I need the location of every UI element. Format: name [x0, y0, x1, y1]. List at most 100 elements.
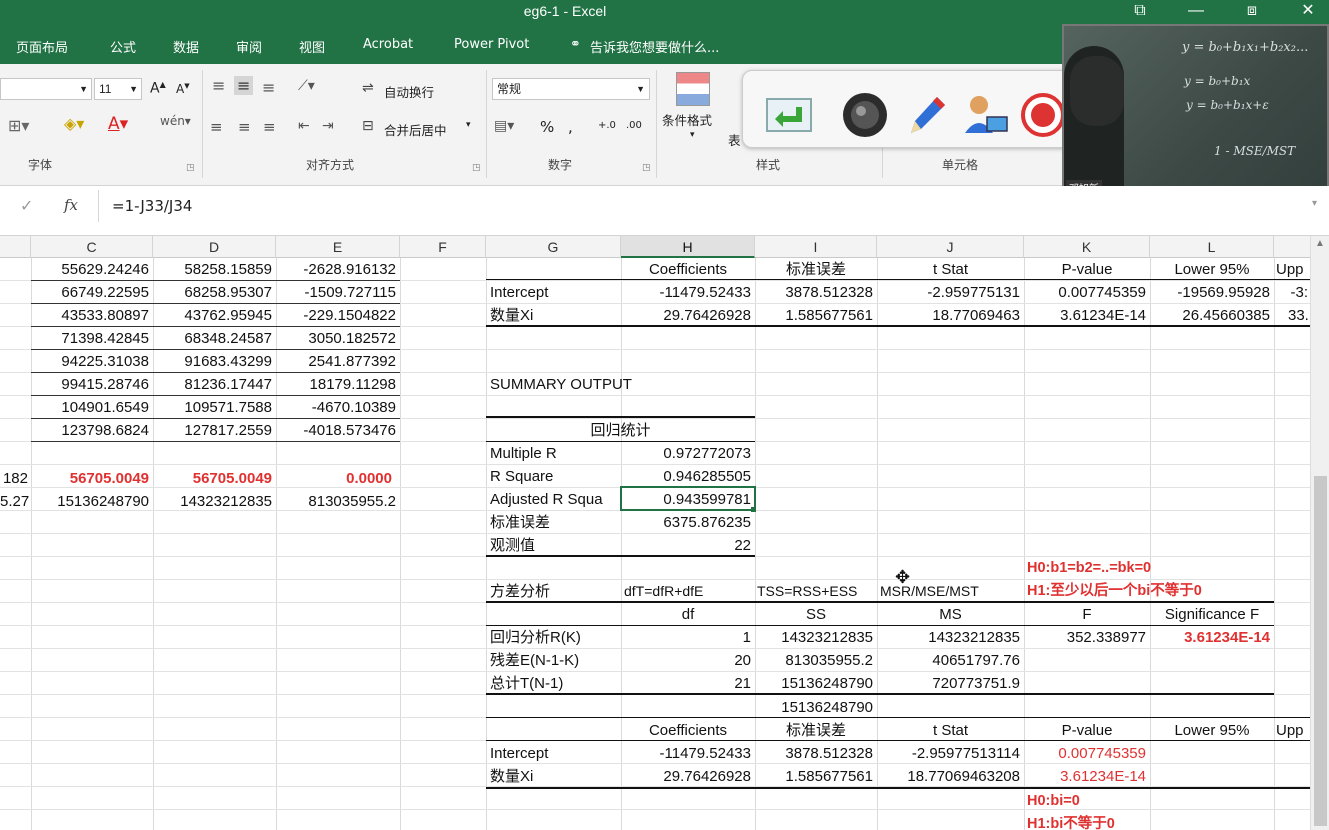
cell-d1[interactable]: 58258.15859	[153, 258, 272, 281]
coef2-header-pvalue[interactable]: P-value	[1024, 719, 1150, 742]
vertical-scrollbar[interactable]: ▲	[1310, 236, 1329, 830]
decrease-font-icon[interactable]: A▼	[176, 82, 190, 96]
minimize-icon[interactable]: —	[1168, 0, 1224, 26]
align-bottom-icon[interactable]: ≡	[262, 78, 275, 97]
coef-row-x-label[interactable]: 数量Xi	[490, 304, 620, 327]
coef2-intercept-stderr[interactable]: 3878.512328	[755, 742, 873, 765]
anova-ss-check[interactable]: 15136248790	[755, 696, 873, 719]
ribbon-display-icon[interactable]: ⧉	[1112, 0, 1168, 26]
camera-icon[interactable]	[841, 93, 889, 137]
pen-icon[interactable]	[901, 93, 949, 137]
merge-center-button[interactable]: 合并后居中	[384, 120, 447, 139]
decrease-decimal-icon[interactable]: .00	[626, 120, 642, 131]
stat-value-multiple-r[interactable]: 0.972772073	[621, 442, 751, 465]
orientation-icon[interactable]: ⟋▾	[298, 78, 315, 94]
column-header-g[interactable]: G	[486, 236, 621, 258]
worksheet-grid[interactable]: 55629.24246 58258.15859 -2628.916132 667…	[0, 258, 1310, 830]
anova-ss-regression[interactable]: 14323212835	[755, 626, 873, 649]
cell-d8[interactable]: 127817.2559	[153, 419, 272, 442]
coef-intercept-tstat[interactable]: -2.959775131	[877, 281, 1020, 304]
coef-header-coefficients[interactable]: Coefficients	[621, 258, 755, 281]
accounting-format-icon[interactable]: ▤▾	[494, 118, 514, 134]
cell-e10[interactable]: 0.0000	[276, 467, 392, 490]
cell-d4[interactable]: 68348.24587	[153, 327, 272, 350]
anova-ms-regression[interactable]: 14323212835	[877, 626, 1020, 649]
summary-output-label[interactable]: SUMMARY OUTPUT	[490, 373, 690, 396]
cell-d2[interactable]: 68258.95307	[153, 281, 272, 304]
coef-x-lower95[interactable]: 26.45660385	[1150, 304, 1270, 327]
cell-c7[interactable]: 104901.6549	[31, 396, 149, 419]
anova-ss-residual[interactable]: 813035955.2	[755, 649, 873, 672]
cell-c5[interactable]: 94225.31038	[31, 350, 149, 373]
align-left-icon[interactable]: ≡	[210, 118, 223, 136]
cell-d7[interactable]: 109571.7588	[153, 396, 272, 419]
user-screen-icon[interactable]	[961, 93, 1009, 137]
close-icon[interactable]: ✕	[1280, 0, 1329, 26]
number-launcher-icon[interactable]: ◳	[642, 162, 651, 173]
note-h1-overall[interactable]: H1:至少以后一个bi不等于0	[1027, 580, 1267, 603]
coef-x-stderr[interactable]: 1.585677561	[755, 304, 873, 327]
column-header-f[interactable]: F	[400, 236, 486, 258]
align-middle-icon[interactable]: ≡	[234, 76, 254, 95]
coef2-row-x-label[interactable]: 数量Xi	[490, 765, 620, 788]
stat-value-r-square[interactable]: 0.946285505	[621, 465, 751, 488]
column-header-j[interactable]: J	[877, 236, 1024, 258]
insert-function-icon[interactable]: fx	[64, 196, 78, 214]
column-header-l[interactable]: L	[1150, 236, 1274, 258]
record-icon[interactable]	[1019, 93, 1067, 137]
align-center-icon[interactable]: ≡	[238, 118, 251, 136]
tell-me-search[interactable]: 告诉我您想要做什么...	[590, 37, 719, 56]
cell-e4[interactable]: 3050.182572	[276, 327, 396, 350]
coef2-x-pvalue[interactable]: 3.61234E-14	[1024, 765, 1146, 788]
percent-icon[interactable]: %	[540, 118, 554, 136]
anova-ss-total[interactable]: 15136248790	[755, 672, 873, 695]
coef2-header-stderr[interactable]: 标准误差	[755, 719, 877, 742]
coef2-intercept-tstat[interactable]: -2.95977513114	[877, 742, 1020, 765]
cell-b11[interactable]: 5.27	[0, 490, 29, 513]
note-h1-bi[interactable]: H1:bi不等于0	[1027, 813, 1267, 830]
merge-center-icon[interactable]: ⊟	[362, 118, 374, 134]
phonetic-icon[interactable]: wén▾	[160, 114, 191, 128]
cell-e1[interactable]: -2628.916132	[276, 258, 396, 281]
stat-label-r-square[interactable]: R Square	[490, 465, 620, 488]
align-top-icon[interactable]: ≡	[212, 76, 225, 95]
column-header-k[interactable]: K	[1024, 236, 1150, 258]
cell-c11[interactable]: 15136248790	[31, 490, 149, 513]
cell-c3[interactable]: 43533.80897	[31, 304, 149, 327]
coef-header-upper95[interactable]: Upp	[1276, 258, 1310, 281]
conditional-format-icon[interactable]	[676, 72, 710, 106]
coef-intercept-lower95[interactable]: -19569.95928	[1150, 281, 1270, 304]
coef-x-pvalue[interactable]: 3.61234E-14	[1024, 304, 1146, 327]
align-right-icon[interactable]: ≡	[263, 118, 276, 136]
anova-ms-total[interactable]: 720773751.9	[877, 672, 1020, 695]
column-header-h[interactable]: H	[621, 236, 755, 258]
anova-f-regression[interactable]: 352.338977	[1024, 626, 1146, 649]
cell-d10[interactable]: 56705.0049	[153, 467, 272, 490]
anova-df-residual[interactable]: 20	[621, 649, 751, 672]
font-size-box[interactable]: 11 ▼	[94, 78, 142, 100]
stat-value-stderr[interactable]: 6375.876235	[621, 511, 751, 534]
column-header-d[interactable]: D	[153, 236, 276, 258]
column-header-e[interactable]: E	[276, 236, 400, 258]
increase-font-icon[interactable]: A▲	[150, 80, 166, 97]
anova-df-total[interactable]: 21	[621, 672, 751, 695]
column-header-i[interactable]: I	[755, 236, 877, 258]
wrap-text-button[interactable]: 自动换行	[384, 82, 434, 101]
cell-e5[interactable]: 2541.877392	[276, 350, 396, 373]
coef-header-pvalue[interactable]: P-value	[1024, 258, 1150, 281]
enter-check-icon[interactable]: ✓	[20, 196, 33, 216]
cell-e8[interactable]: -4018.573476	[276, 419, 396, 442]
anova-header-ms[interactable]: MS	[877, 603, 1024, 626]
cell-d6[interactable]: 81236.17447	[153, 373, 272, 396]
coef2-header-upper95[interactable]: Upp	[1276, 719, 1310, 742]
alignment-launcher-icon[interactable]: ◳	[472, 162, 481, 173]
increase-decimal-icon[interactable]: +.0	[598, 120, 616, 131]
border-icon[interactable]: ⊞▾	[8, 116, 29, 135]
font-name-box[interactable]: ▼	[0, 78, 92, 100]
format-as-table-partial[interactable]: 表	[728, 130, 741, 149]
anova-header-ss[interactable]: SS	[755, 603, 877, 626]
coef2-intercept-coef[interactable]: -11479.52433	[621, 742, 751, 765]
formula-input[interactable]: =1-J33/J34	[112, 197, 192, 215]
column-header-m[interactable]	[1274, 236, 1310, 258]
merge-dropdown-icon[interactable]: ▾	[466, 120, 471, 130]
